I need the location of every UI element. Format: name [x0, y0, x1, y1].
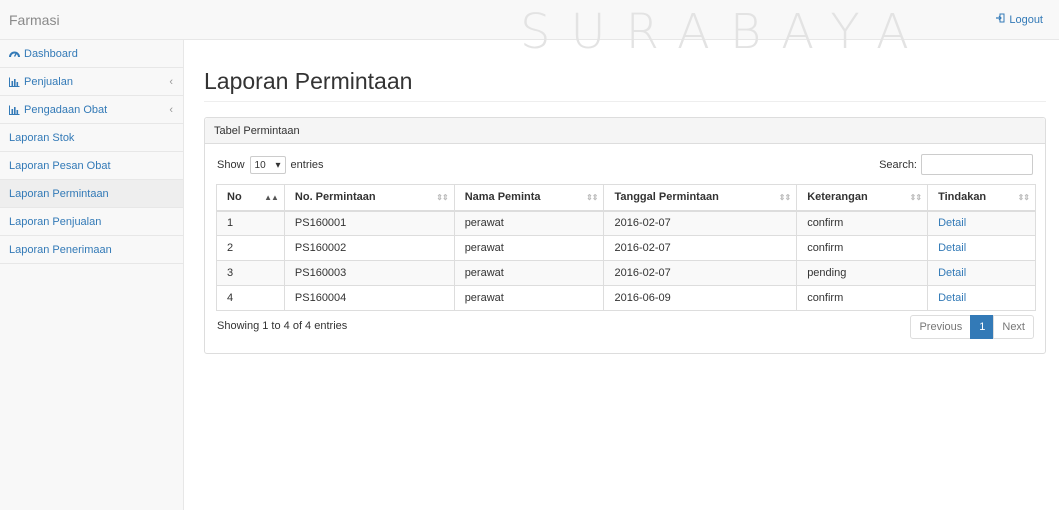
- sidebar-item-label: Dashboard: [24, 47, 78, 60]
- cell-no: 3: [216, 260, 285, 286]
- sidebar-item-label: Laporan Penjualan: [9, 215, 102, 228]
- sidebar: Dashboard Penjualan ‹ Pengadaan Obat ‹ L…: [0, 40, 184, 510]
- cell-tindakan: Detail: [927, 285, 1036, 311]
- caret-down-icon: ▾: [275, 159, 281, 171]
- cell-keterangan: confirm: [796, 210, 929, 236]
- page-length-value: 10: [254, 159, 266, 171]
- cell-keterangan: confirm: [796, 235, 929, 261]
- cell-tindakan: Detail: [927, 260, 1036, 286]
- panel-heading: Tabel Permintaan: [205, 118, 1045, 144]
- search-input[interactable]: [921, 154, 1033, 175]
- cell-no: 4: [216, 285, 285, 311]
- show-label: Show: [217, 159, 245, 171]
- table-header-row: No ▲▲ No. Permintaan ⇕⇕ Nama Peminta ⇕⇕ Tan…: [216, 184, 1036, 212]
- cell-no-permintaan: PS160001: [283, 210, 455, 236]
- sidebar-item-laporan-penerimaan[interactable]: Laporan Penerimaan: [0, 236, 183, 264]
- detail-link[interactable]: Detail: [938, 292, 966, 304]
- column-header-nama-peminta[interactable]: Nama Peminta ⇕⇕: [453, 184, 605, 212]
- cell-tanggal: 2016-02-07: [603, 260, 798, 286]
- column-header-tanggal-permintaan[interactable]: Tanggal Permintaan ⇕⇕: [603, 184, 798, 212]
- previous-button[interactable]: Previous: [910, 315, 972, 339]
- sidebar-item-label: Laporan Stok: [9, 131, 75, 144]
- sidebar-item-laporan-permintaan[interactable]: Laporan Permintaan: [0, 180, 183, 208]
- sort-icon: ⇕⇕: [586, 193, 598, 202]
- page-length-control: Show 10 ▾ entries: [217, 156, 324, 174]
- sidebar-item-laporan-penjualan[interactable]: Laporan Penjualan: [0, 208, 183, 236]
- cell-keterangan: pending: [796, 260, 929, 286]
- permintaan-table: No ▲▲ No. Permintaan ⇕⇕ Nama Peminta ⇕⇕ Tan…: [216, 184, 1036, 311]
- sort-icon: ⇕⇕: [909, 193, 922, 202]
- sort-asc-icon: ▲▲: [264, 193, 279, 202]
- cell-tindakan: Detail: [927, 235, 1036, 261]
- cell-no-permintaan: PS160002: [283, 235, 455, 261]
- cell-nama-peminta: perawat: [453, 210, 605, 236]
- cell-keterangan: confirm: [796, 285, 929, 311]
- detail-link[interactable]: Detail: [938, 217, 966, 229]
- table-panel: Tabel Permintaan Show 10 ▾ entries Searc…: [204, 117, 1046, 354]
- sidebar-item-dashboard[interactable]: Dashboard: [0, 40, 183, 68]
- sidebar-item-label: Pengadaan Obat: [24, 103, 108, 116]
- sidebar-item-laporan-pesan-obat[interactable]: Laporan Pesan Obat: [0, 152, 183, 180]
- sidebar-item-penjualan[interactable]: Penjualan ‹: [0, 68, 183, 96]
- table-row: 3 PS160003 perawat 2016-02-07 pending De…: [216, 260, 1036, 286]
- detail-link[interactable]: Detail: [938, 242, 966, 254]
- watermark: SURABAYA: [520, 4, 929, 60]
- sidebar-item-label: Penjualan: [24, 75, 73, 88]
- cell-nama-peminta: perawat: [453, 260, 605, 286]
- column-header-keterangan[interactable]: Keterangan ⇕⇕: [796, 184, 929, 212]
- sidebar-item-label: Laporan Pesan Obat: [9, 159, 111, 172]
- chevron-left-icon: ‹: [169, 76, 173, 88]
- sidebar-item-laporan-stok[interactable]: Laporan Stok: [0, 124, 183, 152]
- cell-nama-peminta: perawat: [453, 235, 605, 261]
- sidebar-item-label: Laporan Penerimaan: [9, 243, 112, 256]
- column-header-tindakan[interactable]: Tindakan ⇕⇕: [927, 184, 1036, 212]
- table-row: 2 PS160002 perawat 2016-02-07 confirm De…: [216, 235, 1036, 261]
- table-info: Showing 1 to 4 of 4 entries: [217, 320, 348, 332]
- sidebar-item-label: Laporan Permintaan: [9, 187, 109, 200]
- top-navbar: Farmasi SURABAYA Logout: [0, 0, 1059, 60]
- dashboard-icon: [9, 49, 21, 59]
- cell-no: 2: [216, 235, 285, 261]
- cell-tanggal: 2016-02-07: [603, 210, 798, 236]
- cell-no-permintaan: PS160004: [283, 285, 455, 311]
- cell-tanggal: 2016-06-09: [603, 285, 798, 311]
- next-button[interactable]: Next: [993, 315, 1034, 339]
- chevron-left-icon: ‹: [169, 104, 173, 116]
- sort-icon: ⇕⇕: [778, 193, 791, 202]
- entries-label: entries: [290, 159, 324, 171]
- logout-link[interactable]: Logout: [995, 13, 1043, 26]
- pagination: Previous 1 Next: [910, 315, 1034, 339]
- sort-icon: ⇕⇕: [1017, 193, 1030, 202]
- table-row: 4 PS160004 perawat 2016-06-09 confirm De…: [216, 285, 1036, 311]
- cell-no: 1: [216, 210, 285, 236]
- cell-nama-peminta: perawat: [453, 285, 605, 311]
- search-control: Search:: [879, 154, 1033, 175]
- column-header-no[interactable]: No ▲▲: [216, 184, 285, 212]
- logout-label: Logout: [1009, 13, 1043, 26]
- column-header-no-permintaan[interactable]: No. Permintaan ⇕⇕: [283, 184, 455, 212]
- table-row: 1 PS160001 perawat 2016-02-07 confirm De…: [216, 210, 1036, 236]
- cell-no-permintaan: PS160003: [283, 260, 455, 286]
- brand-title[interactable]: Farmasi: [9, 12, 60, 28]
- page-title: Laporan Permintaan: [204, 68, 413, 94]
- sort-icon: ⇕⇕: [436, 193, 448, 202]
- sidebar-item-pengadaan-obat[interactable]: Pengadaan Obat ‹: [0, 96, 183, 124]
- title-divider: [204, 101, 1046, 102]
- bar-chart-icon: [9, 105, 21, 115]
- logout-icon: [995, 13, 1005, 26]
- detail-link[interactable]: Detail: [938, 267, 966, 279]
- cell-tindakan: Detail: [927, 210, 1036, 236]
- page-length-select[interactable]: 10 ▾: [249, 156, 286, 174]
- bar-chart-icon: [9, 77, 21, 87]
- search-label: Search:: [879, 158, 917, 171]
- cell-tanggal: 2016-02-07: [603, 235, 798, 261]
- page-button-current[interactable]: 1: [970, 315, 995, 339]
